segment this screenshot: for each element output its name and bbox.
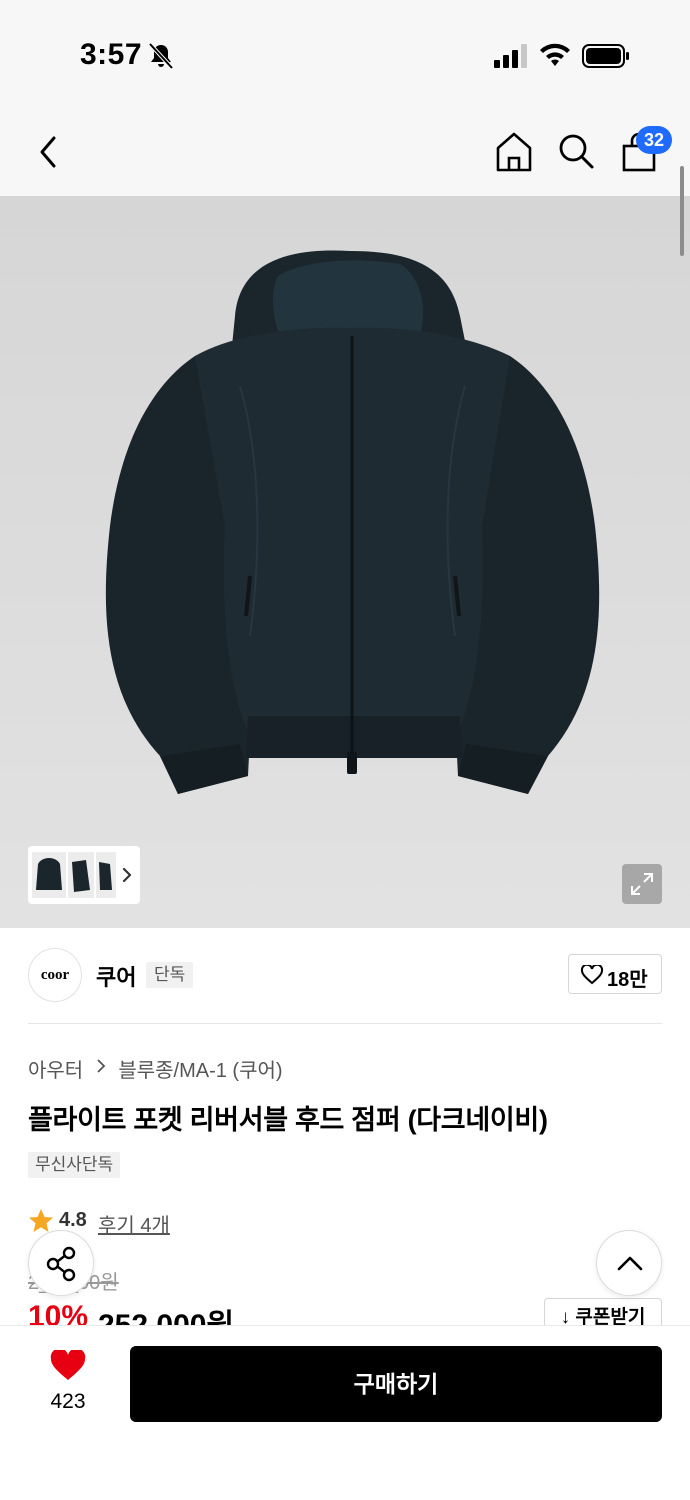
expand-image-button[interactable]: [622, 864, 662, 904]
jacket-image: [0, 196, 690, 928]
breadcrumb: 아우터 블루종/MA-1 (쿠어): [28, 1054, 283, 1083]
brand-logo[interactable]: coor: [28, 948, 82, 1002]
brand-like-count: 18만: [607, 969, 648, 991]
brand-row: coor 쿠어 단독 18만: [28, 948, 662, 1004]
thumbnail-images: [32, 852, 132, 898]
expand-icon: [631, 873, 653, 895]
share-button[interactable]: [28, 1230, 94, 1296]
chevron-up-icon: [617, 1256, 643, 1271]
divider: [28, 1023, 662, 1024]
chevron-right-icon: [95, 1057, 107, 1080]
exclusive-tag: 무신사단독: [28, 1152, 121, 1178]
scroll-to-top-button[interactable]: [596, 1230, 662, 1296]
rating-value: 4.8: [59, 1209, 87, 1231]
bell-off-icon: [148, 42, 174, 70]
cart-count-badge: 32: [636, 126, 672, 154]
review-link[interactable]: 후기 4개: [98, 1209, 170, 1238]
top-nav-bar: [0, 110, 690, 196]
status-bar: 3:57: [0, 0, 690, 110]
heart-filled-icon[interactable]: [50, 1350, 86, 1382]
home-icon[interactable]: [494, 130, 534, 174]
battery-icon: [582, 44, 629, 68]
brand-exclusive-badge: 단독: [146, 962, 194, 988]
wifi-icon: [540, 43, 570, 66]
status-time: 3:57: [80, 38, 143, 71]
product-image[interactable]: [0, 196, 690, 928]
image-thumbnail-strip[interactable]: [28, 846, 140, 904]
heart-outline-icon: [581, 965, 603, 985]
breadcrumb-category[interactable]: 아우터: [28, 1060, 83, 1082]
brand-name[interactable]: 쿠어: [96, 960, 136, 992]
search-icon[interactable]: [556, 130, 596, 174]
buy-button[interactable]: 구매하기: [130, 1346, 662, 1422]
back-icon[interactable]: [30, 130, 70, 174]
breadcrumb-subcategory[interactable]: 블루종/MA-1 (쿠어): [118, 1060, 282, 1082]
wish-count: 423: [50, 1390, 86, 1413]
bottom-action-bar: 423 구매하기: [0, 1325, 690, 1500]
product-title: 플라이트 포켓 리버서블 후드 점퍼 (다크네이비): [28, 1105, 548, 1135]
brand-like-button[interactable]: 18만: [568, 954, 662, 994]
scroll-indicator: [680, 166, 684, 256]
share-icon: [46, 1246, 76, 1282]
signal-icon: [494, 44, 527, 68]
